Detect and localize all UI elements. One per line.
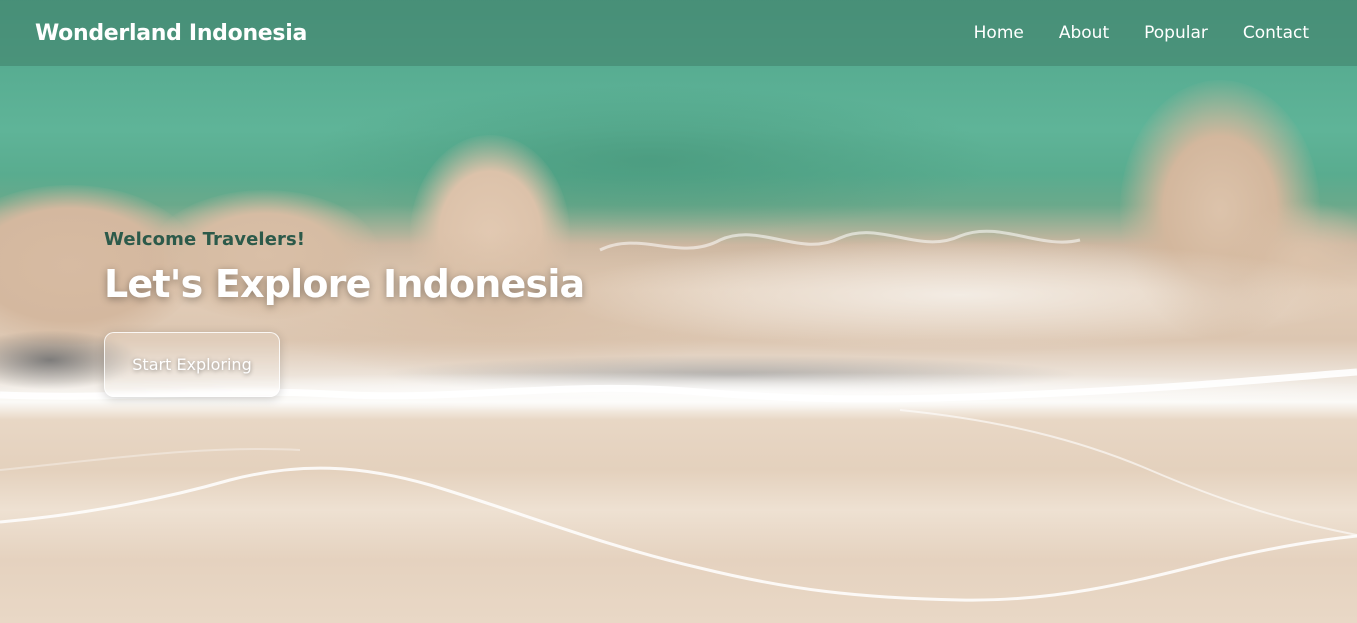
nav-link-contact[interactable]: Contact [1243,23,1309,43]
hero-greeting: Welcome Travelers! [104,229,306,250]
nav-link-popular[interactable]: Popular [1144,23,1208,43]
hero-headline: Let's Explore Indonesia [104,262,585,306]
nav-link-home[interactable]: Home [974,23,1024,43]
hero-section: Welcome Travelers! Let's Explore Indones… [104,229,585,397]
top-navbar: Wonderland Indonesia Home About Popular … [0,0,1357,66]
hero-background-image [0,0,1357,623]
nav-links: Home About Popular Contact [939,23,1309,43]
start-exploring-button[interactable]: Start Exploring [104,332,280,397]
wave-lines [0,229,1357,602]
nav-link-about[interactable]: About [1059,23,1109,43]
brand-logo[interactable]: Wonderland Indonesia [35,21,307,46]
